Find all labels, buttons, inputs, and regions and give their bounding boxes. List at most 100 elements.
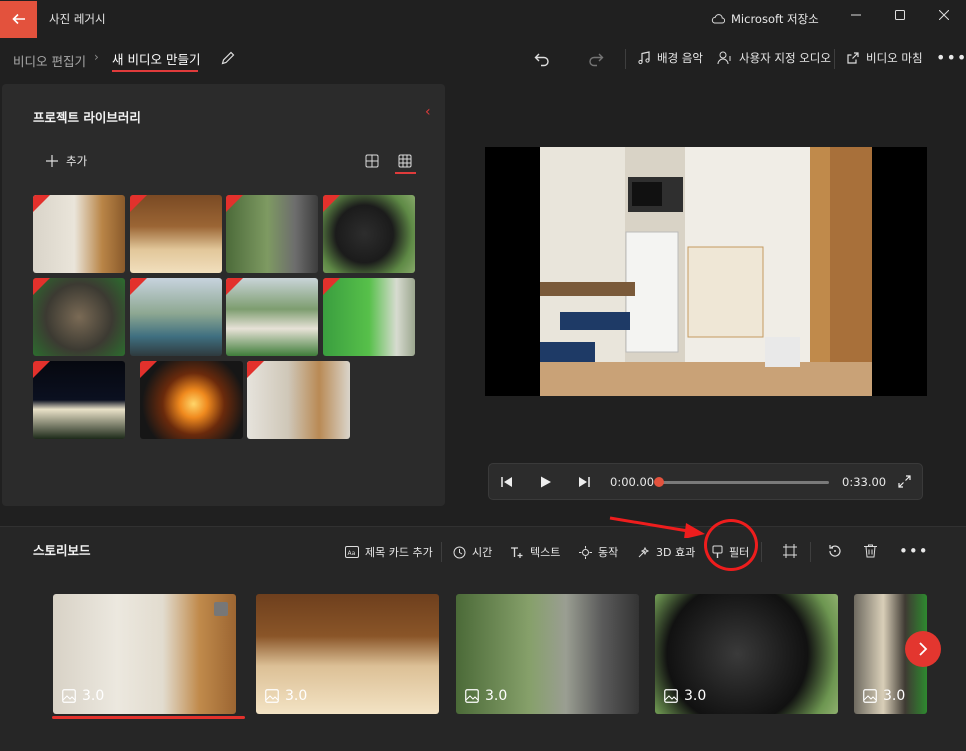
storyboard-clip[interactable]: 3.0: [655, 594, 838, 714]
library-thumbnail-room[interactable]: [247, 361, 350, 439]
scroll-next-button[interactable]: [905, 631, 941, 667]
library-thumbnail-cabin[interactable]: [226, 278, 318, 356]
storyboard-clip[interactable]: 3.0: [456, 594, 639, 714]
background-music-label: 배경 음악: [657, 51, 703, 65]
library-thumbnail-stream[interactable]: [226, 195, 318, 273]
clip-duration: 3.0: [465, 688, 507, 704]
person-audio-icon: [717, 51, 731, 65]
background-music-button[interactable]: 배경 음악: [637, 50, 703, 66]
3d-effects-button[interactable]: 3D 효과: [637, 544, 695, 560]
library-thumbnail-grill[interactable]: [33, 278, 125, 356]
chevron-right-icon: ›: [94, 50, 99, 64]
library-thumbnail-charcoal[interactable]: [323, 195, 415, 273]
breadcrumb-video-editor[interactable]: 비디오 편집기: [13, 51, 86, 70]
finish-video-label: 비디오 마침: [866, 51, 923, 65]
breadcrumb-current: 새 비디오 만들기: [112, 52, 201, 67]
unused-marker: [140, 361, 157, 378]
image-icon: [863, 689, 877, 703]
large-grid-view-icon[interactable]: [365, 154, 379, 168]
image-icon: [664, 689, 678, 703]
video-preview[interactable]: [485, 147, 927, 396]
add-title-card-button[interactable]: Aa 제목 카드 추가: [345, 544, 433, 560]
clip-duration: 3.0: [664, 688, 706, 704]
storyboard-more-icon[interactable]: •••: [899, 542, 929, 560]
clip-select-checkbox[interactable]: [214, 602, 228, 616]
unused-marker: [33, 278, 50, 295]
add-media-label: 추가: [66, 154, 88, 168]
clip-duration-value: 3.0: [82, 688, 105, 704]
next-frame-icon[interactable]: [578, 476, 590, 488]
library-thumbnail-bed[interactable]: [130, 195, 222, 273]
unused-marker: [226, 195, 243, 212]
3d-effects-icon: [638, 546, 650, 557]
custom-audio-label: 사용자 지정 오디오: [739, 51, 831, 65]
undo-icon[interactable]: [533, 50, 551, 68]
collapse-chevron-icon[interactable]: ‹: [425, 104, 431, 120]
crop-icon[interactable]: [783, 544, 797, 558]
annotation-circle: [704, 519, 758, 571]
title-bar: 사진 레거시 Microsoft 저장소: [0, 0, 966, 38]
music-note-icon: [638, 51, 650, 65]
text-button[interactable]: 텍스트: [510, 544, 560, 560]
clip-duration: 3.0: [863, 688, 905, 704]
maximize-icon: [895, 10, 905, 20]
arrow-left-icon: [11, 13, 25, 25]
motion-icon: [579, 545, 592, 559]
motion-button[interactable]: 동작: [579, 544, 618, 560]
fullscreen-icon[interactable]: [898, 475, 911, 488]
annotation-arrow: [609, 516, 705, 538]
finish-video-button[interactable]: 비디오 마침: [846, 50, 923, 66]
cloud-storage-label: Microsoft 저장소: [731, 12, 819, 26]
seek-bar[interactable]: [657, 481, 829, 484]
clip-duration: 3.0: [265, 688, 307, 704]
text-add-icon: [511, 546, 523, 558]
clock-icon: [453, 546, 466, 558]
duration-label: 시간: [472, 546, 493, 559]
library-thumbnail-campsite[interactable]: [130, 278, 222, 356]
library-thumbnail-dinosaur[interactable]: [323, 278, 415, 356]
clip-duration: 3.0: [62, 688, 104, 704]
image-icon: [265, 689, 279, 703]
delete-icon[interactable]: [864, 544, 877, 558]
library-thumbnail-night-cabin[interactable]: [33, 361, 125, 439]
storyboard-divider: [761, 542, 762, 562]
small-grid-view-icon[interactable]: [398, 154, 412, 168]
previous-frame-icon[interactable]: [501, 476, 513, 488]
minimize-icon: [851, 14, 861, 16]
storyboard-clip[interactable]: 3.0: [53, 594, 236, 714]
play-icon[interactable]: [540, 476, 552, 488]
unused-marker: [323, 278, 340, 295]
custom-audio-button[interactable]: 사용자 지정 오디오: [717, 50, 831, 66]
clip-duration-value: 3.0: [285, 688, 308, 704]
toolbar-divider: [834, 49, 835, 69]
unused-marker: [33, 195, 50, 212]
minimize-button[interactable]: [834, 0, 878, 30]
library-thumbnail-kitchen[interactable]: [33, 195, 125, 273]
maximize-button[interactable]: [878, 0, 922, 30]
chevron-right-icon: [919, 642, 928, 656]
back-button[interactable]: [0, 0, 37, 38]
3d-effects-label: 3D 효과: [656, 546, 696, 559]
plus-icon: [46, 155, 58, 167]
rotate-icon[interactable]: [828, 544, 842, 558]
seek-handle[interactable]: [654, 477, 664, 487]
close-icon: [939, 10, 949, 20]
rename-pencil-icon[interactable]: [220, 50, 236, 66]
library-thumbnail-campfire[interactable]: [140, 361, 243, 439]
cloud-storage-status[interactable]: Microsoft 저장소: [711, 11, 819, 27]
toolbar-divider: [625, 49, 626, 69]
image-icon: [62, 689, 76, 703]
clip-duration-value: 3.0: [485, 688, 508, 704]
add-media-button[interactable]: 추가: [46, 153, 87, 169]
redo-icon[interactable]: [587, 50, 605, 68]
duration-button[interactable]: 시간: [453, 544, 492, 560]
current-time: 0:00.00: [610, 475, 655, 489]
close-button[interactable]: [922, 0, 966, 30]
title-card-icon: Aa: [345, 546, 359, 558]
preview-frame-kitchen: [540, 147, 872, 396]
more-options-icon[interactable]: •••: [936, 48, 966, 67]
unused-marker: [323, 195, 340, 212]
kitchen-scene-image: [540, 147, 872, 396]
storyboard-clip[interactable]: 3.0: [256, 594, 439, 714]
selected-clip-indicator: [52, 716, 245, 719]
